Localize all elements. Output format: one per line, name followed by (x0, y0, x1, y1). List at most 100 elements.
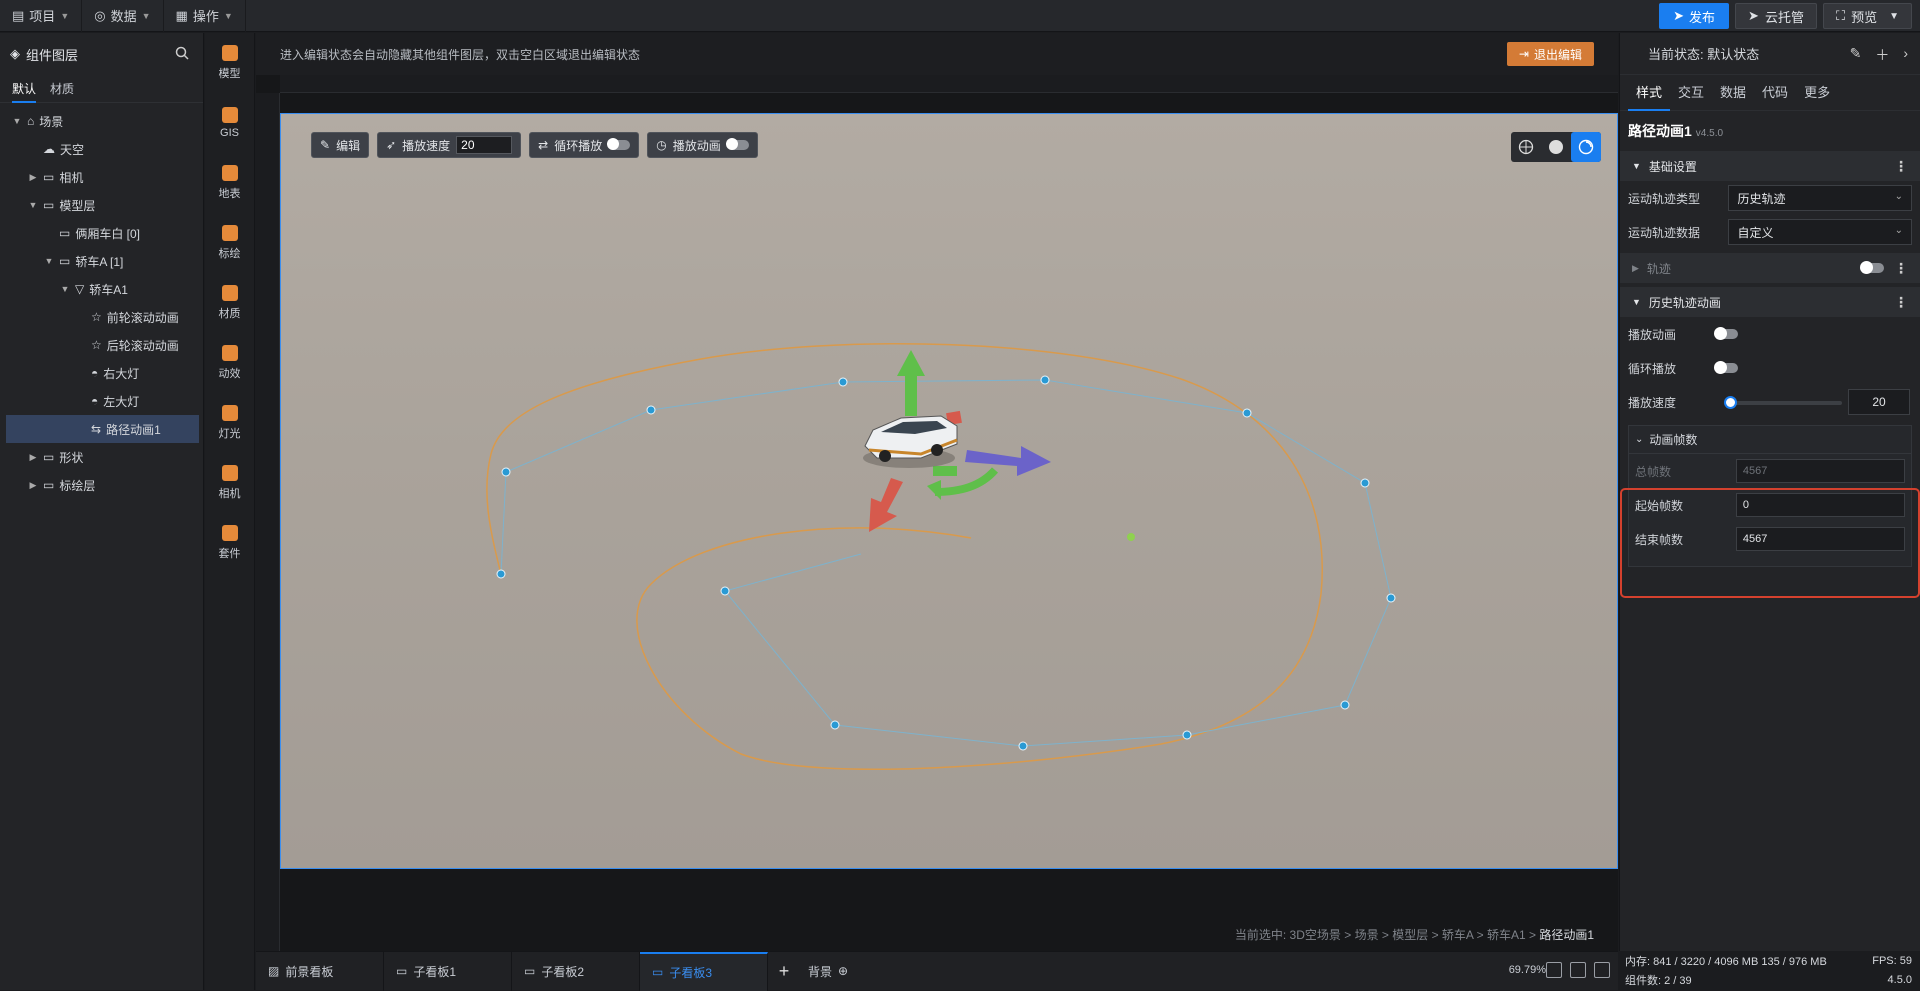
tab-interaction[interactable]: 交互 (1670, 75, 1712, 111)
board-tab[interactable]: ▭ 子看板1 (384, 951, 512, 991)
track-type-select[interactable]: 历史轨迹 ⌄ (1728, 185, 1912, 211)
edit-state-icon[interactable]: ✎ (1850, 45, 1862, 65)
tree-item[interactable]: ◓ 左大灯 (0, 387, 203, 415)
iconbar-item[interactable]: GIS (205, 93, 254, 153)
caret-down-icon[interactable]: ▼ (44, 256, 54, 266)
exit-edit-button[interactable]: ⇥ 退出编辑 (1506, 42, 1594, 66)
tree-item[interactable]: ▭ 俩厢车白 [0] (0, 219, 203, 247)
speed-slider-thumb[interactable] (1724, 396, 1737, 409)
add-state-icon[interactable]: ＋ (1875, 45, 1889, 65)
tab-data[interactable]: 数据 (1712, 75, 1754, 111)
scene-viewport[interactable]: ✎ 编辑 ➶ 播放速度 20 ⇄ 循环播放 ◷ 播放动画 (280, 113, 1618, 869)
more-vertical-icon[interactable]: ⋮ (1894, 260, 1908, 277)
history-animation-section[interactable]: ▼ 历史轨迹动画 ⋮ (1620, 287, 1920, 317)
iconbar-item[interactable]: 标绘 (205, 213, 254, 273)
tab-style[interactable]: 样式 (1628, 75, 1671, 111)
add-board-button[interactable]: + (768, 961, 800, 982)
menu-operation-label: 操作 (192, 9, 219, 24)
board-tab[interactable]: ▭ 子看板3 (640, 951, 768, 991)
tab-more[interactable]: 更多 (1796, 75, 1838, 111)
edit-hint-bar: 进入编辑状态会自动隐藏其他组件图层，双击空白区域退出编辑状态 ⇥ 退出编辑 (256, 33, 1618, 75)
tree-item[interactable]: ▶ ▭ 形状 (0, 443, 203, 471)
solid-view-button[interactable] (1541, 132, 1571, 162)
tab-default[interactable]: 默认 (12, 75, 37, 103)
globe-view-button[interactable] (1511, 132, 1541, 162)
material-icon (221, 285, 238, 301)
edit-button[interactable]: ✎ 编辑 (311, 132, 370, 158)
selection-breadcrumb: 当前选中: 3D空场景 > 场景 > 模型层 > 轿车A > 轿车A1 > 路径… (1235, 926, 1594, 943)
tree-item[interactable]: ▶ ▭ 相机 (0, 163, 203, 191)
tab-material[interactable]: 材质 (50, 75, 74, 103)
monitor-icon: ▭ (652, 965, 664, 979)
play-toggle[interactable] (725, 138, 749, 150)
caret-right-icon[interactable]: ▶ (28, 172, 38, 183)
caret-down-icon[interactable]: ▼ (60, 284, 70, 294)
board-tab[interactable]: ▭ 子看板2 (512, 951, 640, 991)
caret-right-icon[interactable]: ▶ (28, 452, 38, 463)
board-tab[interactable]: ▨ 前景看板 (256, 951, 384, 991)
background-tab[interactable]: 背景 ⊕ (800, 963, 856, 980)
loop-toggle[interactable] (607, 138, 631, 150)
caret-down-icon[interactable]: ▼ (12, 116, 22, 126)
terminal-icon[interactable] (1594, 962, 1610, 978)
iconbar-item[interactable]: 动效 (205, 333, 254, 393)
editor-canvas[interactable]: 进入编辑状态会自动隐藏其他组件图层，双击空白区域退出编辑状态 ⇥ 退出编辑 ✎ … (256, 33, 1618, 951)
chevron-down-icon[interactable]: ▼ (1889, 11, 1899, 22)
tree-item-label: 右大灯 (103, 366, 140, 381)
tree-item[interactable]: ⇆ 路径动画1 (6, 415, 199, 443)
iconbar-item[interactable]: 套件 (205, 513, 254, 573)
menu-data[interactable]: ◎ 数据 ▼ (82, 0, 164, 32)
chevron-down-icon: ⌄ (1894, 191, 1903, 202)
start-frame-input[interactable]: 0 (1735, 493, 1905, 517)
tree-item[interactable]: ▼ ▭ 模型层 (0, 191, 203, 219)
tree-item[interactable]: ▶ ▭ 标绘层 (0, 471, 203, 499)
speed-number-input[interactable]: 20 (1848, 389, 1910, 415)
play-anim-toggle[interactable] (1714, 327, 1738, 340)
path-icon: ⇆ (91, 422, 102, 436)
more-vertical-icon[interactable]: ⋮ (1894, 294, 1908, 311)
loop-play-toggle[interactable] (1714, 361, 1738, 374)
iconbar-item[interactable]: 地表 (205, 153, 254, 213)
track-section[interactable]: ▶ 轨迹 ⋮ (1620, 253, 1920, 283)
layers-icon: ◈ (10, 46, 20, 61)
publish-button[interactable]: ➤ 发布 (1659, 3, 1730, 29)
rotate-view-button[interactable] (1571, 132, 1601, 162)
zoom-level[interactable]: 69.79% (1509, 964, 1546, 976)
tree-item[interactable]: ◓ 右大灯 (0, 359, 203, 387)
keyboard-icon[interactable] (1570, 962, 1586, 978)
track-data-select[interactable]: 自定义 ⌄ (1728, 219, 1912, 245)
fps-value: FPS: 59 (1872, 954, 1912, 967)
menu-operation[interactable]: ▦ 操作 ▼ (164, 0, 246, 32)
speed-slider-track[interactable] (1730, 401, 1842, 405)
tree-item[interactable]: ▼ ▽ 轿车A1 (0, 275, 203, 303)
iconbar-item[interactable]: 相机 (205, 453, 254, 513)
caret-down-icon[interactable]: ▼ (28, 200, 38, 210)
camera-icon (221, 465, 238, 481)
add-circle-icon[interactable]: ⊕ (838, 964, 848, 978)
iconbar-item[interactable]: 材质 (205, 273, 254, 333)
fit-screen-icon[interactable] (1546, 962, 1562, 978)
search-icon[interactable] (175, 46, 189, 63)
caret-right-icon[interactable]: ▶ (28, 480, 38, 491)
tab-code[interactable]: 代码 (1754, 75, 1796, 111)
chevron-right-icon[interactable]: › (1903, 45, 1908, 65)
basic-settings-section[interactable]: ▼ 基础设置 ⋮ (1620, 151, 1920, 181)
tree-item[interactable]: ▼ ▭ 轿车A [1] (0, 247, 203, 275)
iconbar-item[interactable]: 模型 (205, 33, 254, 93)
track-toggle[interactable] (1860, 261, 1884, 274)
tree-item[interactable]: ☆ 后轮滚动动画 (0, 331, 203, 359)
cloud-hosting-button[interactable]: ➤ 云托管 (1735, 3, 1817, 29)
end-frame-input[interactable]: 4567 (1735, 527, 1905, 551)
frames-subheader[interactable]: ⌄ 动画帧数 (1629, 426, 1911, 454)
menu-project[interactable]: ▤ 项目 ▼ (0, 0, 83, 32)
iconbar-item[interactable]: 灯光 (205, 393, 254, 453)
preview-button[interactable]: ⛶ 预览 ▼ (1822, 3, 1912, 29)
tree-item[interactable]: ☆ 前轮滚动动画 (0, 303, 203, 331)
more-vertical-icon[interactable]: ⋮ (1894, 158, 1908, 175)
end-frame-label: 结束帧数 (1635, 532, 1684, 547)
tree-item[interactable]: ☁ 天空 (0, 135, 203, 163)
iconbar-label: 灯光 (218, 428, 241, 440)
caret-right-icon: ▶ (1632, 262, 1639, 273)
speed-input[interactable]: 20 (456, 136, 513, 154)
tree-item[interactable]: ▼ ⌂ 场景 (0, 107, 203, 135)
